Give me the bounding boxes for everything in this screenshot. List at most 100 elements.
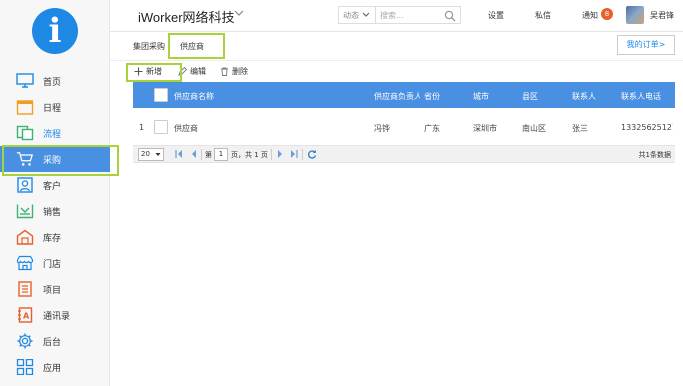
cell-contact-phone: 13325625121 — [621, 123, 673, 132]
sidebar-item-label: 客户 — [43, 181, 62, 192]
messages-link[interactable]: 私信 — [535, 10, 551, 21]
sidebar-item-label: 项目 — [43, 285, 62, 296]
sidebar-item-label: 流程 — [43, 129, 62, 140]
page-suffix: 页，共 1 页 — [231, 151, 268, 159]
page-size-select[interactable]: 20 — [138, 148, 164, 161]
sidebar-item-label: 通讯录 — [43, 311, 71, 322]
user-name[interactable]: 吴君锋 — [650, 10, 674, 21]
cell-district: 南山区 — [522, 124, 546, 133]
svg-text:A: A — [23, 312, 30, 321]
company-name[interactable]: iWorker网络科技 — [138, 7, 235, 26]
page-size-value: 20 — [141, 150, 150, 158]
sidebar-item-store[interactable]: 门店 — [0, 250, 110, 276]
sidebar-item-label: 销售 — [43, 207, 62, 218]
pagination-bar: 20 第 1 页，共 1 页 共1条数据 — [133, 145, 675, 163]
customer-icon — [16, 176, 34, 194]
sidebar-item-contacts[interactable]: A 通讯录 — [0, 302, 110, 328]
notification-badge: 8 — [601, 8, 613, 20]
apps-icon — [16, 358, 34, 376]
trash-icon — [220, 67, 229, 76]
prev-page-icon[interactable] — [190, 149, 198, 161]
refresh-icon[interactable] — [307, 149, 317, 161]
cell-contact: 张三 — [572, 124, 588, 133]
cell-supplier-name[interactable]: 供应商 — [174, 123, 324, 134]
table-row[interactable]: 供应商 冯铧 广东 深圳市 南山区 张三 13325625121 — [133, 116, 675, 138]
chevron-down-icon[interactable] — [234, 9, 244, 19]
tab-group-purchase[interactable]: 集团采购 — [133, 41, 165, 52]
sidebar-item-label: 日程 — [43, 103, 62, 114]
col-contact[interactable]: 联系人 — [572, 91, 612, 102]
col-supplier-name[interactable]: 供应商名称 — [174, 91, 324, 102]
delete-label: 删除 — [232, 67, 248, 76]
sidebar-item-label: 门店 — [43, 259, 62, 270]
sub-tabs: 集团采购 供应商 — [110, 32, 683, 60]
store-icon — [16, 254, 34, 272]
sidebar-item-workflow[interactable]: 流程 — [0, 120, 110, 146]
feed-filter-select[interactable]: 动态 — [338, 6, 376, 24]
notifications-link[interactable]: 通知 — [582, 10, 598, 21]
pager-divider — [302, 149, 303, 160]
contacts-icon: A — [16, 306, 34, 324]
search-input[interactable] — [380, 10, 442, 20]
cell-province: 广东 — [424, 124, 440, 133]
workflow-icon — [16, 124, 34, 142]
settings-link[interactable]: 设置 — [488, 10, 504, 21]
sidebar: i 首页 日程 流程 采购 客户 销售 库存 门店 项目 A 通讯录 后台 应用 — [0, 0, 110, 386]
col-contact-phone[interactable]: 联系人电话 — [621, 91, 673, 102]
app-logo[interactable]: i — [32, 8, 78, 54]
pager-divider — [201, 149, 202, 160]
monitor-icon — [16, 72, 34, 90]
sidebar-item-label: 库存 — [43, 233, 62, 244]
warehouse-icon — [16, 228, 34, 246]
delete-button[interactable]: 删除 — [220, 66, 248, 77]
cell-city: 深圳市 — [473, 124, 497, 133]
table-header: 供应商名称 供应商负责人 省份 城市 县区 联系人 联系人电话 — [133, 82, 675, 108]
calendar-icon — [16, 98, 34, 116]
col-district[interactable]: 县区 — [522, 91, 562, 102]
sidebar-item-label: 后台 — [43, 337, 62, 348]
col-supplier-manager[interactable]: 供应商负责人 — [374, 91, 420, 102]
cart-icon — [16, 150, 34, 168]
sidebar-item-label: 首页 — [43, 77, 62, 88]
sidebar-item-schedule[interactable]: 日程 — [0, 94, 110, 120]
page-prefix: 第 — [205, 151, 212, 159]
sidebar-item-label: 采购 — [43, 155, 62, 166]
tab-supplier[interactable]: 供应商 — [180, 41, 204, 52]
settings-icon — [16, 332, 34, 350]
sidebar-item-project[interactable]: 项目 — [0, 276, 110, 302]
col-province[interactable]: 省份 — [424, 91, 464, 102]
sidebar-item-inventory[interactable]: 库存 — [0, 224, 110, 250]
toolbar: 新增 编辑 删除 — [110, 60, 683, 82]
first-page-icon[interactable] — [175, 149, 183, 161]
caret-down-icon — [155, 149, 161, 164]
search-icon[interactable] — [444, 10, 456, 24]
select-all-checkbox[interactable] — [154, 88, 168, 102]
plus-icon — [134, 67, 143, 76]
pencil-icon — [178, 67, 187, 76]
add-label: 新增 — [146, 67, 162, 76]
sidebar-item-sales[interactable]: 销售 — [0, 198, 110, 224]
sidebar-item-backend[interactable]: 后台 — [0, 328, 110, 354]
chevron-down-icon — [362, 12, 370, 18]
sidebar-nav: 首页 日程 流程 采购 客户 销售 库存 门店 项目 A 通讯录 后台 应用 — [0, 68, 110, 380]
top-header: iWorker网络科技 动态 设置 私信 通知 8 吴君锋 — [110, 0, 683, 32]
feed-filter-label: 动态 — [343, 10, 359, 20]
next-page-icon[interactable] — [276, 149, 284, 161]
avatar[interactable] — [626, 6, 644, 24]
page-number-input[interactable]: 1 — [214, 148, 228, 161]
edit-button[interactable]: 编辑 — [178, 66, 206, 77]
sidebar-item-customer[interactable]: 客户 — [0, 172, 110, 198]
row-checkbox[interactable] — [154, 120, 168, 134]
sidebar-item-apps[interactable]: 应用 — [0, 354, 110, 380]
sidebar-item-home[interactable]: 首页 — [0, 68, 110, 94]
last-page-icon[interactable] — [290, 149, 298, 161]
project-icon — [16, 280, 34, 298]
col-city[interactable]: 城市 — [473, 91, 513, 102]
cell-supplier-manager: 冯铧 — [374, 124, 390, 133]
add-button[interactable]: 新增 — [134, 66, 162, 77]
sidebar-item-purchase[interactable]: 采购 — [0, 146, 110, 172]
edit-label: 编辑 — [190, 67, 206, 76]
my-orders-button[interactable]: 我的订单> — [617, 35, 675, 55]
pager-divider — [271, 149, 272, 160]
sidebar-item-label: 应用 — [43, 363, 62, 374]
